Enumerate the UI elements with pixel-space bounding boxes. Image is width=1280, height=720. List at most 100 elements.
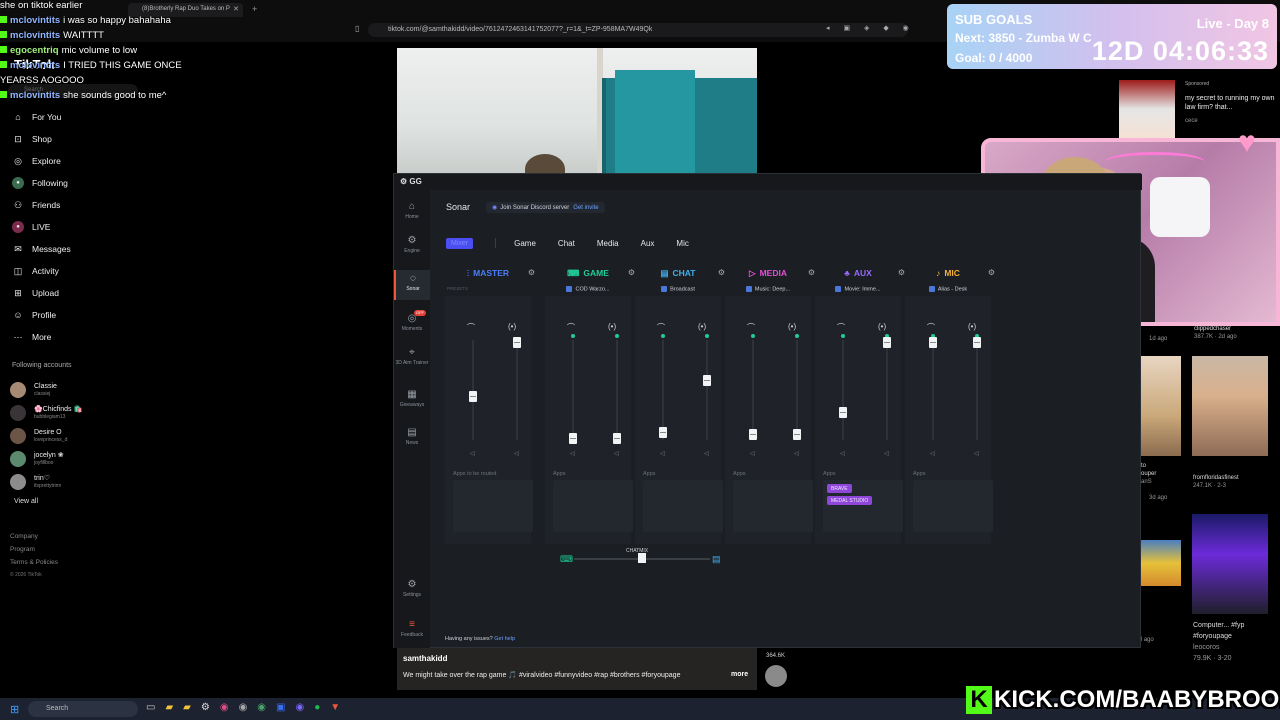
following-account[interactable]: 🌸Chicfinds 🛍️ bubblegiam13	[10, 401, 180, 424]
video-player[interactable]	[397, 48, 757, 176]
device-selector[interactable]: Alias - Desk	[905, 286, 991, 292]
broadcast-icon[interactable]: (•)	[968, 322, 976, 331]
speaker-icon[interactable]: ◁	[794, 450, 799, 457]
chatmix-handle[interactable]	[638, 553, 646, 563]
rail-giveaways[interactable]: ▦ Giveaways	[394, 390, 430, 409]
volume-handle[interactable]	[569, 433, 577, 444]
gear-icon[interactable]: ⚙	[898, 268, 905, 277]
volume-handle[interactable]	[469, 391, 477, 402]
headphones-icon[interactable]: ⌒	[927, 322, 935, 333]
volume-slider[interactable]	[886, 340, 888, 440]
extension-icons[interactable]: ◂ ▣ ◈ ◆ ◉	[826, 24, 915, 32]
discord-banner[interactable]: ◉ Join Sonar Discord server Get invite	[486, 202, 605, 213]
feed-thumbnail[interactable]	[1192, 356, 1268, 456]
tab-aux[interactable]: Aux	[641, 239, 655, 248]
discord-invite-link[interactable]: Get invite	[573, 205, 598, 211]
volume-handle[interactable]	[973, 337, 981, 348]
volume-handle[interactable]	[749, 429, 757, 440]
tab-game[interactable]: Game	[514, 239, 536, 248]
following-account[interactable]: Desire Oloveprincess_d	[10, 424, 180, 447]
nav-activity[interactable]: ◫ Activity	[0, 260, 180, 282]
apps-drop-zone[interactable]	[913, 480, 993, 532]
taskbar-search[interactable]: Search	[28, 701, 138, 717]
feed-thumbnail[interactable]	[1141, 356, 1181, 456]
speaker-icon[interactable]: ◁	[704, 450, 709, 457]
apps-drop-zone[interactable]	[643, 480, 723, 532]
headphones-icon[interactable]: ⌒	[837, 322, 845, 333]
rail-settings[interactable]: ⚙ Settings	[394, 580, 430, 599]
volume-slider[interactable]	[752, 340, 754, 440]
volume-handle[interactable]	[793, 429, 801, 440]
volume-handle[interactable]	[703, 375, 711, 386]
gear-icon[interactable]: ⚙	[718, 268, 725, 277]
headphones-icon[interactable]: ⌒	[567, 322, 575, 333]
headphones-icon[interactable]: ⌒	[747, 322, 755, 333]
apps-drop-zone[interactable]	[733, 480, 813, 532]
device-selector[interactable]: Movie: Imme...	[815, 286, 901, 292]
footer-program[interactable]: Program	[10, 543, 58, 556]
speaker-icon[interactable]: ◁	[884, 450, 889, 457]
gear-icon[interactable]: ⚙	[808, 268, 815, 277]
apps-drop-zone[interactable]: BRAVE MEDAL STUDIO	[823, 480, 903, 532]
app-chip[interactable]: BRAVE	[827, 484, 852, 493]
rail-engine[interactable]: ⚙ Engine	[394, 236, 430, 255]
windows-start-icon[interactable]: ⊞	[10, 703, 19, 716]
nav-shop[interactable]: ⊡ Shop	[0, 128, 180, 150]
speaker-icon[interactable]: ◁	[750, 450, 755, 457]
video-author[interactable]: samthakidd	[403, 654, 447, 663]
speaker-icon[interactable]: ◁	[614, 450, 619, 457]
tab-media[interactable]: Media	[597, 239, 619, 248]
device-selector[interactable]: COD Warzo...	[545, 286, 631, 292]
volume-slider[interactable]	[706, 340, 708, 440]
bookmark-icon[interactable]: ▯	[355, 24, 359, 33]
volume-handle[interactable]	[839, 407, 847, 418]
speaker-icon[interactable]: ◁	[930, 450, 935, 457]
following-account[interactable]: jocelyn ❀ joyfillboo	[10, 447, 180, 470]
footer-terms[interactable]: Terms & Policies	[10, 556, 58, 569]
volume-slider[interactable]	[516, 340, 518, 440]
speaker-icon[interactable]: ◁	[660, 450, 665, 457]
volume-slider[interactable]	[572, 340, 574, 440]
rail-home[interactable]: ⌂ Home	[394, 202, 430, 221]
gear-icon[interactable]: ⚙	[628, 268, 635, 277]
volume-slider[interactable]	[976, 340, 978, 440]
volume-slider[interactable]	[932, 340, 934, 440]
nav-following[interactable]: ● Following	[0, 172, 180, 194]
app-titlebar[interactable]: ⚙ GG	[394, 174, 1142, 190]
apps-drop-zone[interactable]	[453, 480, 533, 532]
following-account[interactable]: trin♡ itsprettytrinn	[10, 470, 180, 493]
volume-handle[interactable]	[513, 337, 521, 348]
speaker-icon[interactable]: ◁	[514, 450, 519, 457]
avatar[interactable]	[765, 665, 787, 687]
gear-icon[interactable]: ⚙	[988, 268, 995, 277]
feed-item-meta[interactable]: fromfloridasfinest 247.1K · 2-3	[1193, 474, 1239, 490]
footer-company[interactable]: Company	[10, 530, 58, 543]
tab-mixer[interactable]: Mixer	[446, 237, 474, 249]
rail-moments[interactable]: OFF ◎ Moments	[394, 310, 430, 332]
volume-slider[interactable]	[662, 340, 664, 440]
new-tab-icon[interactable]: +	[252, 4, 257, 14]
more-link[interactable]: more	[731, 671, 748, 678]
volume-slider[interactable]	[842, 340, 844, 440]
volume-handle[interactable]	[659, 427, 667, 438]
volume-handle[interactable]	[929, 337, 937, 348]
tab-mic[interactable]: Mic	[676, 239, 688, 248]
broadcast-icon[interactable]: (•)	[508, 322, 516, 331]
rail-sonar[interactable]: ◌ Sonar	[394, 270, 430, 300]
broadcast-icon[interactable]: (•)	[698, 322, 706, 331]
view-all-link[interactable]: View all	[14, 498, 38, 505]
sponsored-text[interactable]: my secret to running my own law firm? th…	[1185, 94, 1275, 112]
nav-explore[interactable]: ◎ Explore	[0, 150, 180, 172]
nav-upload[interactable]: ⊞ Upload	[0, 282, 180, 304]
apps-drop-zone[interactable]	[553, 480, 633, 532]
device-selector[interactable]: Broadcast	[635, 286, 721, 292]
speaker-icon[interactable]: ◁	[974, 450, 979, 457]
speaker-icon[interactable]: ◁	[470, 450, 475, 457]
speaker-icon[interactable]: ◁	[570, 450, 575, 457]
feed-item-meta[interactable]: Computer... #fyp #foryoupage leocoros 79.9…	[1193, 620, 1280, 664]
volume-handle[interactable]	[883, 337, 891, 348]
broadcast-icon[interactable]: (•)	[788, 322, 796, 331]
following-account[interactable]: Classie classiej	[10, 378, 180, 401]
nav-live[interactable]: ● LIVE	[0, 216, 180, 238]
volume-slider[interactable]	[616, 340, 618, 440]
